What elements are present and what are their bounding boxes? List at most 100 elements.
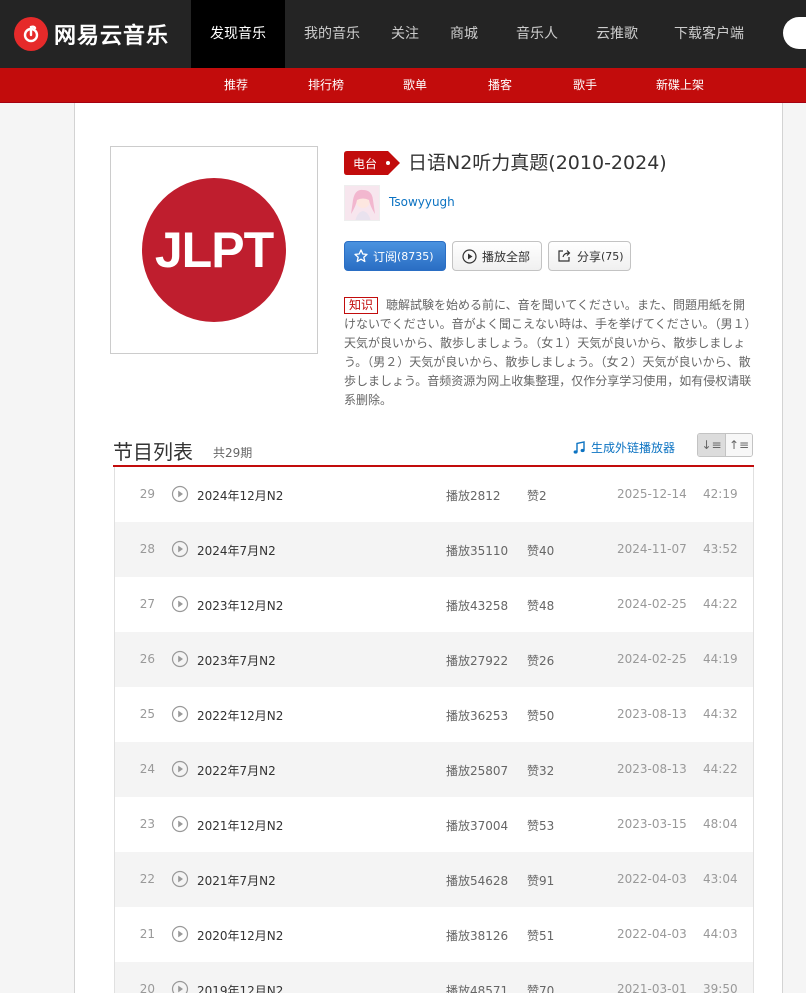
episode-plays: 播放36253 (446, 709, 509, 723)
play-icon[interactable] (171, 760, 189, 781)
subnav-item-artists[interactable]: 歌手 (573, 68, 597, 102)
episode-duration: 44:03 (703, 927, 738, 941)
episode-name[interactable]: 2024年7月N2 (197, 542, 276, 559)
episode-plays: 播放2812 (446, 489, 501, 503)
table-row[interactable]: 26 2023年7月N2 播放27922 赞26 2024-02-25 44:1… (115, 632, 753, 687)
category-tag[interactable]: 知识 (344, 297, 379, 314)
episode-duration: 44:19 (703, 652, 738, 666)
play-icon[interactable] (171, 485, 189, 506)
sort-toggle: ↓≡ ↑≡ (697, 433, 753, 457)
nav-item-follow[interactable]: 关注 (379, 0, 431, 68)
episode-name[interactable]: 2023年7月N2 (197, 652, 276, 669)
episode-number: 24 (139, 762, 155, 776)
episode-likes: 赞40 (527, 544, 555, 558)
subnav-item-rankings[interactable]: 排行榜 (308, 68, 344, 102)
episode-date: 2023-08-13 (617, 762, 687, 776)
play-icon[interactable] (171, 650, 189, 671)
episode-number: 25 (139, 707, 155, 721)
brand-name: 网易云音乐 (54, 24, 170, 49)
nav-item-musician[interactable]: 音乐人 (497, 0, 577, 68)
subnav-item-new-albums[interactable]: 新碟上架 (656, 68, 704, 102)
nav-item-cloud-promote[interactable]: 云推歌 (577, 0, 657, 68)
episode-name[interactable]: 2021年12月N2 (197, 817, 283, 834)
play-icon[interactable] (171, 705, 189, 726)
table-row[interactable]: 21 2020年12月N2 播放38126 赞51 2022-04-03 44:… (115, 907, 753, 962)
episode-likes: 赞51 (527, 929, 555, 943)
episode-name[interactable]: 2019年12月N2 (197, 982, 283, 993)
album-description: 知识 聴解試験を始める前に、音を聞いてください。また、問題用紙を開けないでください… (344, 296, 755, 410)
nav-item-discover[interactable]: 发现音乐 (191, 0, 285, 68)
episode-duration: 43:52 (703, 542, 738, 556)
share-button[interactable]: 分享 (75) (548, 241, 631, 271)
episode-duration: 44:22 (703, 762, 738, 776)
episode-name[interactable]: 2021年7月N2 (197, 872, 276, 889)
play-all-button[interactable]: 播放全部 (452, 241, 542, 271)
episode-date: 2023-08-13 (617, 707, 687, 721)
main-nav: 发现音乐 我的音乐 关注 商城 音乐人 云推歌 下载客户端 (191, 0, 761, 68)
table-row[interactable]: 28 2024年7月N2 播放35110 赞40 2024-11-07 43:5… (115, 522, 753, 577)
episode-name[interactable]: 2024年12月N2 (197, 487, 283, 504)
play-icon[interactable] (171, 815, 189, 836)
table-row[interactable]: 27 2023年12月N2 播放43258 赞48 2024-02-25 44:… (115, 577, 753, 632)
episode-name[interactable]: 2023年12月N2 (197, 597, 283, 614)
episode-duration: 43:04 (703, 872, 738, 886)
sub-nav-bar: 推荐 排行榜 歌单 播客 歌手 新碟上架 (0, 68, 806, 103)
play-icon[interactable] (171, 540, 189, 561)
sort-asc-button[interactable]: ↑≡ (724, 434, 752, 456)
play-all-label: 播放全部 (482, 249, 531, 264)
nav-item-my-music[interactable]: 我的音乐 (285, 0, 379, 68)
subnav-item-podcasts[interactable]: 播客 (488, 68, 512, 102)
episode-plays: 播放54628 (446, 874, 509, 888)
play-icon[interactable] (171, 870, 189, 891)
subnav-item-playlists[interactable]: 歌单 (403, 68, 427, 102)
creator-link[interactable]: Tsowyyugh (389, 195, 455, 209)
episode-duration: 48:04 (703, 817, 738, 831)
episode-plays: 播放37004 (446, 819, 509, 833)
list-title: 节目列表 (113, 440, 193, 464)
episode-name[interactable]: 2020年12月N2 (197, 927, 283, 944)
episode-plays: 播放43258 (446, 599, 509, 613)
episode-plays: 播放38126 (446, 929, 509, 943)
avatar[interactable] (344, 185, 380, 221)
episode-plays: 播放25807 (446, 764, 509, 778)
table-row[interactable]: 25 2022年12月N2 播放36253 赞50 2023-08-13 44:… (115, 687, 753, 742)
cover-text: JLPT (154, 222, 274, 278)
play-icon[interactable] (171, 980, 189, 993)
episode-number: 23 (139, 817, 155, 831)
episode-likes: 赞26 (527, 654, 555, 668)
music-note-icon (573, 440, 585, 454)
episode-plays: 播放48571 (446, 984, 509, 993)
generate-player-link[interactable]: 生成外链播放器 (572, 439, 675, 456)
episode-date: 2021-03-01 (617, 982, 687, 993)
play-icon[interactable] (171, 925, 189, 946)
table-row[interactable]: 23 2021年12月N2 播放37004 赞53 2023-03-15 48:… (115, 797, 753, 852)
search-box[interactable] (783, 17, 806, 49)
episode-date: 2024-11-07 (617, 542, 687, 556)
cover-disc: JLPT (142, 178, 286, 322)
subscribe-label: 订阅 (373, 249, 398, 264)
nav-item-mall[interactable]: 商城 (431, 0, 497, 68)
subscribe-button[interactable]: 订阅 (8735) (344, 241, 446, 271)
episode-duration: 39:50 (703, 982, 738, 993)
table-row[interactable]: 24 2022年7月N2 播放25807 赞32 2023-08-13 44:2… (115, 742, 753, 797)
table-row[interactable]: 22 2021年7月N2 播放54628 赞91 2022-04-03 43:0… (115, 852, 753, 907)
episode-name[interactable]: 2022年12月N2 (197, 707, 283, 724)
episode-likes: 赞53 (527, 819, 555, 833)
album-cover: JLPT (110, 146, 318, 354)
brand-logo[interactable]: 网易云音乐 (14, 16, 169, 52)
episode-name[interactable]: 2022年7月N2 (197, 762, 276, 779)
episode-date: 2024-02-25 (617, 652, 687, 666)
episode-number: 29 (139, 487, 155, 501)
nav-item-download[interactable]: 下载客户端 (657, 0, 761, 68)
page-title: 日语N2听力真题(2010-2024) (408, 152, 667, 174)
episode-number: 26 (139, 652, 155, 666)
table-row[interactable]: 29 2024年12月N2 播放2812 赞2 2025-12-14 42:19 (115, 467, 753, 522)
subscribe-count: (8735) (397, 249, 434, 263)
play-icon[interactable] (171, 595, 189, 616)
subnav-item-recommend[interactable]: 推荐 (224, 68, 248, 102)
episode-likes: 赞50 (527, 709, 555, 723)
episode-date: 2023-03-15 (617, 817, 687, 831)
episode-number: 27 (139, 597, 155, 611)
sort-desc-button[interactable]: ↓≡ (698, 434, 725, 456)
table-row[interactable]: 20 2019年12月N2 播放48571 赞70 2021-03-01 39:… (115, 962, 753, 993)
